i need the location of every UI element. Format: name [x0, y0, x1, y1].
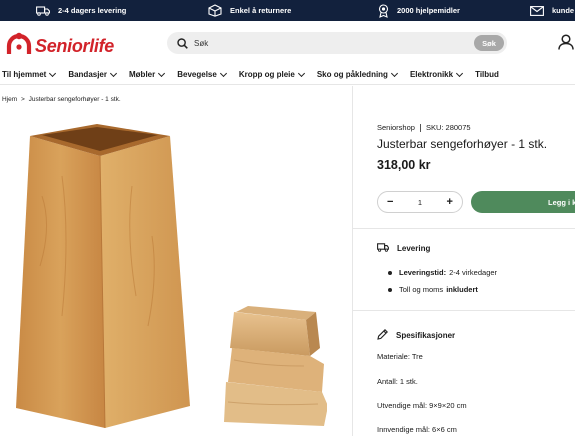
column-divider: [352, 86, 353, 436]
nav-item-sko-og-pakledning[interactable]: Sko og påkledning: [316, 69, 398, 79]
product-title: Justerbar sengeforhøyer - 1 stk.: [377, 137, 548, 151]
nav-label: Møbler: [129, 70, 156, 79]
delivery-time: Leveringstid: 2-4 virkedager: [388, 268, 497, 277]
quantity-stepper[interactable]: − 1 +: [377, 191, 463, 213]
vendor-name[interactable]: Seniorshop: [377, 123, 415, 132]
search-icon: [177, 37, 188, 49]
main-navigation: Til hjemmet Bandasjer Møbler Bevegelse K…: [0, 65, 575, 85]
aids-text: 2000 hjelpemidler: [397, 6, 460, 15]
delivery-time-value: 2-4 virkedager: [449, 268, 498, 277]
spec-material: Materiale: Tre: [377, 352, 423, 361]
delivery-text: 2-4 dagers levering: [58, 6, 127, 15]
breadcrumb-current: Justerbar sengeforhøyer - 1 stk.: [28, 96, 121, 103]
product-price: 318,00 kr: [377, 158, 431, 172]
announcement-bar: 2-4 dagers levering Enkel å returnere 20…: [0, 0, 575, 21]
nav-item-bandasjer[interactable]: Bandasjer: [68, 69, 118, 79]
returns-text: Enkel å returnere: [230, 6, 292, 15]
search-bar[interactable]: Søk Søk: [167, 32, 507, 54]
nav-label: Sko og påkledning: [316, 70, 388, 79]
logo[interactable]: Seniorlife: [6, 32, 114, 61]
logo-text: Seniorlife: [35, 36, 115, 56]
chevron-down-icon: [109, 69, 118, 77]
add-to-cart-button[interactable]: Legg i k: [471, 191, 575, 213]
divider: [353, 310, 575, 311]
search-input[interactable]: Søk: [194, 39, 208, 48]
vendor-line: Seniorshop SKU: 280075: [377, 123, 471, 133]
quantity-value[interactable]: 1: [418, 198, 422, 207]
vendor-separator: [419, 124, 421, 133]
returns-info: Enkel å returnere: [208, 0, 291, 21]
chevron-down-icon: [158, 69, 166, 77]
increase-quantity-button[interactable]: +: [447, 196, 453, 208]
specs-heading: Spesifikasjoner: [377, 329, 455, 342]
nav-item-elektronikk[interactable]: Elektronikk: [409, 69, 464, 79]
nav-label: Kropp og pleie: [238, 70, 295, 79]
breadcrumb-separator: >: [20, 96, 25, 103]
nav-item-kropp-og-pleie[interactable]: Kropp og pleie: [238, 69, 305, 79]
nav-label: Bevegelse: [177, 70, 217, 79]
delivery-heading: Levering: [377, 243, 430, 254]
chevron-down-icon: [390, 69, 398, 77]
contact-info[interactable]: kunde: [530, 0, 574, 21]
mail-icon: [530, 5, 544, 16]
nav-label: Bandasjer: [68, 70, 107, 79]
breadcrumb-home[interactable]: Hjem: [2, 96, 17, 103]
chevron-down-icon: [219, 69, 227, 77]
specs-heading-text: Spesifikasjoner: [396, 331, 456, 340]
delivery-heading-text: Levering: [397, 244, 431, 253]
spec-inner-dimensions: Innvendige mål: 6×6 cm: [377, 425, 457, 434]
nav-item-bevegelse[interactable]: Bevegelse: [177, 69, 227, 79]
box-icon: [208, 4, 222, 17]
delivery-info: 2-4 dagers levering: [36, 0, 126, 21]
nav-label: Til hjemmet: [2, 70, 47, 79]
truck-icon: [36, 5, 50, 16]
sku: SKU: 280075: [425, 123, 471, 132]
site-header: Seniorlife Søk Søk: [0, 21, 575, 65]
breadcrumb: Hjem > Justerbar sengeforhøyer - 1 stk.: [2, 96, 121, 103]
chevron-down-icon: [49, 69, 57, 77]
delivery-time-label: Leveringstid:: [399, 268, 447, 277]
nav-item-tilbud[interactable]: Tilbud: [475, 70, 499, 79]
medal-icon: [378, 3, 389, 18]
pencil-icon: [377, 329, 388, 342]
aids-info: 2000 hjelpemidler: [378, 0, 460, 21]
contact-text[interactable]: kunde: [552, 6, 574, 15]
product-image[interactable]: [2, 116, 327, 436]
duty-info: Toll og moms inkludert: [388, 285, 478, 294]
duty-prefix: Toll og moms: [399, 285, 444, 294]
nav-label: Tilbud: [475, 70, 499, 79]
nav-item-mobler[interactable]: Møbler: [129, 69, 166, 79]
duty-included: inkludert: [446, 285, 478, 294]
nav-item-til-hjemmet[interactable]: Til hjemmet: [2, 69, 57, 79]
seniorlife-logo-icon: [6, 32, 32, 61]
user-account-icon[interactable]: [558, 34, 574, 55]
search-button[interactable]: Søk: [474, 35, 504, 51]
chevron-down-icon: [297, 69, 305, 77]
divider: [353, 228, 575, 229]
decrease-quantity-button[interactable]: −: [387, 196, 393, 208]
chevron-down-icon: [456, 69, 464, 77]
nav-label: Elektronikk: [409, 70, 454, 79]
truck-icon: [377, 243, 389, 254]
spec-outer-dimensions: Utvendige mål: 9×9×20 cm: [377, 401, 467, 410]
spec-count: Antall: 1 stk.: [377, 377, 418, 386]
